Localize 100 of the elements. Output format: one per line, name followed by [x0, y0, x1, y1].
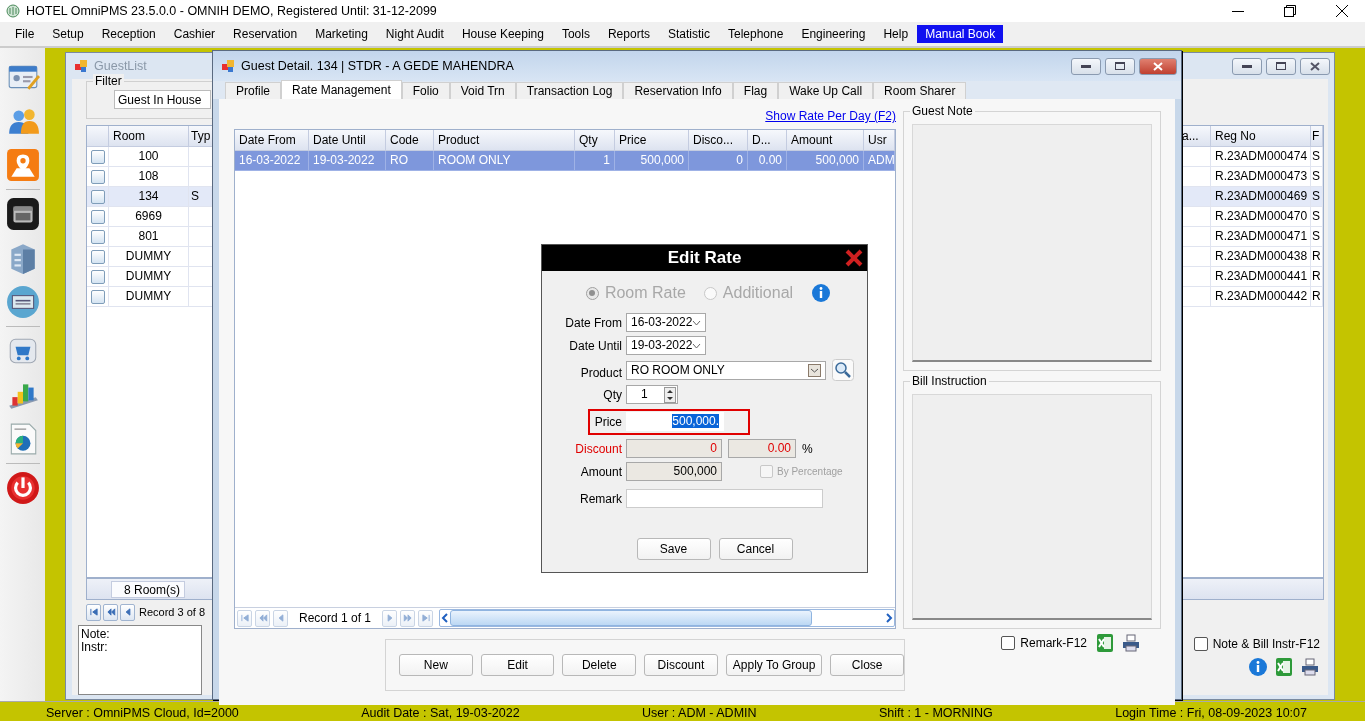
menu-item[interactable]: Reports: [598, 25, 659, 43]
column-header[interactable]: Room: [109, 126, 189, 147]
map-pin-icon[interactable]: [5, 148, 40, 182]
excel-icon[interactable]: [1274, 657, 1294, 677]
menu-item[interactable]: Marketing: [306, 25, 377, 43]
table-cell: ADM: [864, 151, 895, 171]
column-header[interactable]: Date From: [235, 130, 309, 151]
table-cell[interactable]: DUMMY: [109, 267, 189, 287]
menu-item[interactable]: Statistic: [659, 25, 719, 43]
close-icon[interactable]: [845, 249, 863, 267]
next-record-button[interactable]: [382, 609, 398, 627]
first-record-button[interactable]: [86, 603, 101, 621]
menu-item[interactable]: Reservation: [224, 25, 307, 43]
previous-page-button[interactable]: [103, 603, 118, 621]
show-rate-link[interactable]: Show Rate Per Day (F2): [765, 109, 896, 123]
column-header[interactable]: a...: [1181, 126, 1211, 147]
menu-item[interactable]: Manual Book: [917, 25, 1004, 43]
tab[interactable]: Profile: [225, 82, 281, 99]
column-header[interactable]: F: [1311, 126, 1323, 147]
minimize-button[interactable]: [1232, 57, 1262, 75]
column-header[interactable]: Usr: [864, 130, 895, 151]
date-from-picker[interactable]: 16-03-2022: [626, 313, 706, 332]
next-page-button[interactable]: [400, 609, 416, 627]
info-icon[interactable]: [811, 283, 832, 303]
tab[interactable]: Transaction Log: [515, 82, 624, 99]
last-record-button[interactable]: [418, 609, 434, 627]
rooms-sign-icon[interactable]: [5, 285, 40, 319]
tab[interactable]: Flag: [732, 82, 779, 99]
menu-item[interactable]: Reception: [92, 25, 165, 43]
tab[interactable]: Rate Management: [281, 80, 402, 99]
horizontal-scrollbar[interactable]: [439, 609, 895, 627]
table-cell[interactable]: 100: [109, 147, 189, 167]
action-button[interactable]: Discount: [644, 654, 718, 676]
menu-item[interactable]: File: [6, 25, 44, 43]
column-header[interactable]: Typ: [189, 126, 213, 147]
first-record-button[interactable]: [237, 609, 252, 627]
qty-spinner[interactable]: 1: [626, 385, 678, 404]
remark-checkbox[interactable]: Remark-F12: [1001, 636, 1087, 650]
menu-item[interactable]: Night Audit: [376, 25, 453, 43]
record-counter: Record 1 of 1: [299, 611, 372, 625]
field-label: Discount: [574, 441, 622, 456]
menu-item[interactable]: Help: [874, 25, 918, 43]
maximize-button[interactable]: [1266, 57, 1296, 75]
maximize-button[interactable]: [1105, 57, 1135, 75]
info-icon[interactable]: [1248, 657, 1268, 677]
column-header[interactable]: Price: [615, 130, 689, 151]
action-button[interactable]: New: [399, 654, 473, 676]
note-bill-checkbox[interactable]: Note & Bill Instr-F12: [1193, 637, 1320, 651]
menu-item[interactable]: House Keeping: [452, 25, 553, 43]
column-header[interactable]: Amount: [787, 130, 864, 151]
column-header[interactable]: Reg No: [1211, 126, 1311, 147]
action-button[interactable]: Close: [830, 654, 904, 676]
action-button[interactable]: Edit: [480, 654, 555, 676]
column-header[interactable]: Date Until: [309, 130, 386, 151]
search-icon[interactable]: [832, 359, 854, 381]
tab[interactable]: Room Sharer: [873, 82, 967, 99]
bill-instruction-field[interactable]: [912, 394, 1152, 620]
tab[interactable]: Folio: [401, 82, 450, 99]
table-cell[interactable]: DUMMY: [109, 247, 189, 267]
power-icon[interactable]: [5, 471, 40, 505]
field-label: Date From: [564, 315, 622, 330]
menu-item[interactable]: Telephone: [719, 25, 793, 43]
field-label: Price: [593, 414, 622, 429]
product-dropdown[interactable]: RO ROOM ONLY: [626, 360, 826, 380]
dialog-button[interactable]: Save: [636, 538, 711, 560]
column-header[interactable]: Qty: [575, 130, 615, 151]
price-field[interactable]: 500,000.: [626, 412, 724, 431]
excel-icon[interactable]: [1095, 633, 1115, 653]
action-button[interactable]: Delete: [562, 654, 637, 676]
filter-dropdown[interactable]: Guest In House: [114, 90, 211, 109]
table-cell: S: [1311, 187, 1323, 207]
column-header[interactable]: D...: [748, 130, 787, 151]
minimize-button[interactable]: [1071, 57, 1101, 75]
spinner-arrows-icon[interactable]: [664, 386, 676, 403]
close-button[interactable]: [1300, 57, 1330, 75]
tab[interactable]: Reservation Info: [623, 82, 733, 99]
printer-icon[interactable]: [1300, 657, 1320, 677]
column-header[interactable]: Product: [434, 130, 575, 151]
calendar-icon[interactable]: [5, 197, 40, 231]
table-cell[interactable]: 801: [109, 227, 189, 247]
menu-item[interactable]: Tools: [552, 25, 599, 43]
previous-page-button[interactable]: [255, 609, 270, 627]
menu-item[interactable]: Engineering: [792, 25, 875, 43]
tab[interactable]: Void Trn: [449, 82, 516, 99]
dialog-button[interactable]: Cancel: [718, 538, 793, 560]
table-cell[interactable]: 134: [109, 187, 189, 207]
previous-record-button[interactable]: [120, 603, 135, 621]
column-header[interactable]: Disco...: [689, 130, 748, 151]
table-cell[interactable]: DUMMY: [109, 287, 189, 307]
action-button[interactable]: Apply To Group: [725, 654, 823, 676]
printer-icon[interactable]: [1121, 633, 1141, 653]
date-until-picker[interactable]: 19-03-2022: [626, 336, 706, 355]
tab[interactable]: Wake Up Call: [778, 82, 874, 99]
table-cell[interactable]: 6969: [109, 207, 189, 227]
column-header[interactable]: Code: [386, 130, 434, 151]
menu-item[interactable]: Setup: [43, 25, 93, 43]
previous-record-button[interactable]: [273, 609, 288, 627]
scrollbar-thumb[interactable]: [450, 610, 813, 626]
remark-field[interactable]: [626, 489, 823, 508]
menu-item[interactable]: Cashier: [164, 25, 225, 43]
